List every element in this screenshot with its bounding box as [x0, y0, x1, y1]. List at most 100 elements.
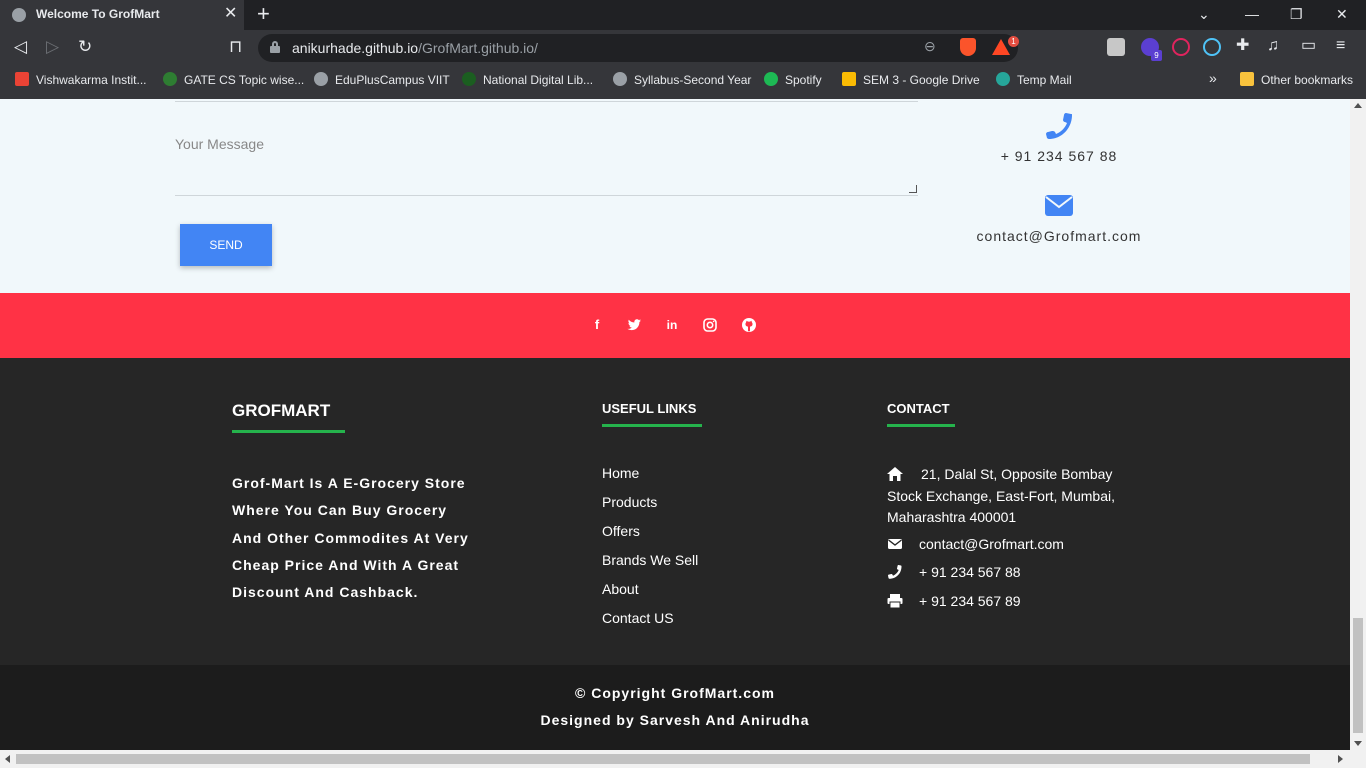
footer: GROFMART Grof-Mart Is A E-Grocery Store … [0, 358, 1350, 665]
drive-icon [842, 72, 856, 86]
message-textarea[interactable] [175, 129, 918, 196]
facebook-icon[interactable]: f [589, 317, 605, 333]
extension-clock-icon[interactable] [1203, 38, 1221, 56]
social-bar: f in [0, 293, 1350, 358]
home-icon [887, 467, 903, 481]
designed-by-text: Designed by Sarvesh And Anirudha [540, 712, 810, 728]
message-placeholder: Your Message [175, 136, 264, 152]
instagram-icon[interactable] [702, 317, 718, 333]
bookmarks-overflow-button[interactable]: » [1209, 70, 1217, 86]
copyright-text: © Copyright GrofMart.com [575, 685, 775, 701]
forward-button[interactable]: ▷ [46, 38, 59, 56]
copyright-bar: © Copyright GrofMart.com Designed by Sar… [0, 665, 1350, 750]
lock-icon [270, 41, 280, 53]
address-bar[interactable]: anikurhade.github.io/GrofMart.github.io/… [258, 34, 1019, 62]
bookmark-item[interactable]: Spotify [764, 72, 822, 87]
envelope-icon [888, 539, 902, 549]
bookmark-item[interactable]: Temp Mail [996, 72, 1072, 87]
media-controls-icon[interactable]: ♫ [1267, 37, 1279, 55]
contact-phone: + 91 234 567 88 [1000, 148, 1118, 164]
send-button[interactable]: SEND [180, 224, 272, 266]
bookmark-item[interactable]: Vishwakarma Instit... [15, 72, 146, 87]
scrollbar-thumb[interactable] [1353, 618, 1363, 733]
bookmarks-bar: Vishwakarma Instit... GATE CS Topic wise… [0, 66, 1366, 99]
footer-phone: + 91 234 567 88 [919, 564, 1021, 580]
extension-image-icon[interactable] [1107, 38, 1125, 56]
footer-link-products[interactable]: Products [602, 493, 698, 522]
input-underline [175, 101, 918, 102]
menu-icon[interactable]: ≡ [1336, 37, 1345, 55]
tempmail-icon [996, 72, 1010, 86]
other-bookmarks[interactable]: Other bookmarks [1240, 72, 1353, 87]
rewards-badge: 1 [1008, 36, 1019, 47]
footer-link-offers[interactable]: Offers [602, 522, 698, 551]
linkedin-icon[interactable]: in [664, 317, 680, 333]
tab-search-icon[interactable]: ⌄ [1198, 6, 1210, 22]
footer-about-text: Grof-Mart Is A E-Grocery Store Where You… [232, 475, 469, 601]
close-window-button[interactable]: ✕ [1336, 6, 1348, 22]
horizontal-scrollbar[interactable] [0, 750, 1366, 768]
bookmark-item[interactable]: National Digital Lib... [462, 72, 593, 87]
footer-link-about[interactable]: About [602, 580, 698, 609]
twitter-icon[interactable] [626, 317, 642, 333]
gate-icon [163, 72, 177, 86]
ndl-icon [462, 72, 476, 86]
bookmark-item[interactable]: GATE CS Topic wise... [163, 72, 304, 87]
url-text: anikurhade.github.io/GrofMart.github.io/ [292, 40, 538, 56]
footer-fax: + 91 234 567 89 [919, 593, 1021, 609]
vertical-scrollbar[interactable] [1350, 99, 1366, 750]
phone-icon [888, 565, 902, 579]
footer-link-brands[interactable]: Brands We Sell [602, 551, 698, 580]
footer-link-home[interactable]: Home [602, 464, 698, 493]
extension-play-icon[interactable] [1172, 38, 1190, 56]
restore-button[interactable]: ❐ [1290, 6, 1303, 22]
globe-icon [12, 8, 26, 22]
scroll-right-arrow[interactable] [1338, 755, 1343, 763]
globe-icon [314, 72, 328, 86]
tab-title: Welcome To GrofMart [36, 7, 160, 21]
address-text: 21, Dalal St, Opposite Bombay Stock Exch… [887, 466, 1115, 525]
wallet-icon[interactable]: ▭ [1301, 37, 1316, 55]
scroll-up-arrow[interactable] [1354, 103, 1362, 108]
links-underline [602, 424, 702, 427]
footer-link-contact[interactable]: Contact US [602, 609, 698, 638]
contact-email: contact@Grofmart.com [976, 228, 1142, 244]
globe-icon [613, 72, 627, 86]
brand-underline [232, 430, 345, 433]
extensions-puzzle-icon[interactable]: ✚ [1236, 37, 1249, 55]
resize-handle[interactable] [909, 185, 917, 193]
horizontal-scrollbar-thumb[interactable] [16, 754, 1310, 764]
reload-button[interactable]: ↻ [78, 38, 92, 56]
footer-address: 21, Dalal St, Opposite Bombay Stock Exch… [887, 464, 1127, 529]
zoom-icon[interactable]: ⊖ [924, 38, 936, 55]
spotify-icon [764, 72, 778, 86]
scroll-left-arrow[interactable] [5, 755, 10, 763]
phone-icon [1046, 113, 1072, 139]
bookmark-item[interactable]: Syllabus-Second Year [613, 72, 751, 87]
envelope-icon [1045, 195, 1073, 216]
toolbar: ◁ ▷ ↻ ⊓ anikurhade.github.io/GrofMart.gi… [0, 30, 1366, 66]
contact-section: Your Message SEND + 91 234 567 88 contac… [0, 99, 1350, 293]
printer-icon [887, 594, 903, 608]
contact-underline [887, 424, 955, 427]
tab-strip: Welcome To GrofMart ✕ + ⌄ — ❐ ✕ [0, 0, 1366, 30]
useful-links-list: Home Products Offers Brands We Sell Abou… [602, 464, 698, 638]
back-button[interactable]: ◁ [14, 38, 27, 56]
bookmark-item[interactable]: EduPlusCampus VIIT [314, 72, 450, 87]
extension-badge: 9 [1151, 50, 1162, 61]
gmail-icon [15, 72, 29, 86]
page-viewport: Your Message SEND + 91 234 567 88 contac… [0, 99, 1350, 750]
bookmark-item[interactable]: SEM 3 - Google Drive [842, 72, 980, 87]
scroll-down-arrow[interactable] [1354, 741, 1362, 746]
github-icon[interactable] [741, 317, 757, 333]
brave-shields-icon[interactable] [960, 38, 976, 56]
contact-title: CONTACT [887, 401, 950, 416]
browser-chrome: Welcome To GrofMart ✕ + ⌄ — ❐ ✕ ◁ ▷ ↻ ⊓ … [0, 0, 1366, 99]
footer-email: contact@Grofmart.com [919, 536, 1064, 552]
tab-active[interactable]: Welcome To GrofMart ✕ [0, 0, 244, 30]
bookmark-icon[interactable]: ⊓ [229, 38, 242, 56]
minimize-button[interactable]: — [1245, 6, 1259, 22]
folder-icon [1240, 72, 1254, 86]
close-icon[interactable]: ✕ [224, 5, 237, 23]
new-tab-button[interactable]: + [257, 3, 270, 25]
